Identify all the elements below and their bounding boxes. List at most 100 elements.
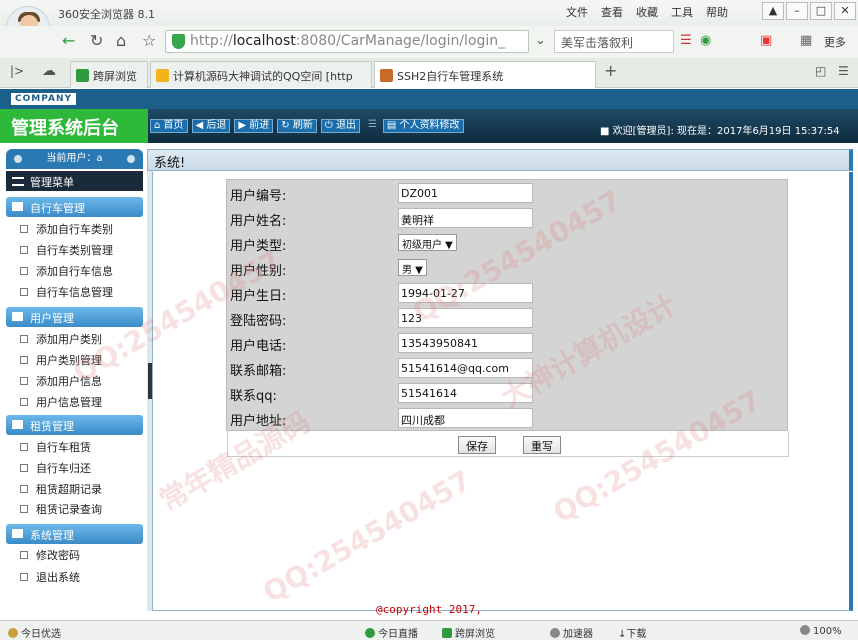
doc-icon xyxy=(20,267,28,275)
doc-icon xyxy=(20,335,28,343)
menu-tools[interactable]: 工具 xyxy=(671,4,693,20)
form-row-birthday: 用户生日: 1994-01-27 xyxy=(227,281,787,306)
user-id-field[interactable]: DZ001 xyxy=(398,183,533,203)
extension-icon[interactable]: ◉ xyxy=(700,33,711,48)
tab-bar: |> ☁ 跨屏浏览 计算机源码大神调试的QQ空间 [http SSH2自行车管理… xyxy=(0,58,858,88)
refresh-button[interactable]: ↻ 刷新 xyxy=(277,119,317,133)
star-icon[interactable]: ☆ xyxy=(142,31,156,50)
address-url: http://localhost:8080/CarManage/login/lo… xyxy=(190,33,506,49)
user-name-field[interactable]: 黄明祥 xyxy=(398,208,533,228)
sidebar-item-add-user-info[interactable]: 添加用户信息 xyxy=(10,370,143,391)
user-type-select[interactable]: 初级用户 ▼ xyxy=(398,234,457,251)
sidebar-item-user-type-mgmt[interactable]: 用户类别管理 xyxy=(10,349,143,370)
group-rental-management[interactable]: 租赁管理 xyxy=(6,415,143,435)
grid-icon[interactable]: ▦ xyxy=(800,33,812,48)
search-input[interactable]: 美军击落叙利 xyxy=(554,30,674,53)
copyright-footer: @copyright 2017, xyxy=(376,603,482,616)
shield-icon xyxy=(172,34,185,49)
browser-nav-bar: ← ↻ ⌂ ☆ http://localhost:8080/CarManage/… xyxy=(0,26,858,58)
form-row-qq: 联系qq: 51541614 xyxy=(227,381,787,406)
ad-block-icon[interactable]: ▣ xyxy=(760,33,772,48)
menu-favorites[interactable]: 收藏 xyxy=(636,4,658,20)
shirt-icon[interactable]: ▲ xyxy=(762,2,784,20)
tab-ssh2-bike[interactable]: SSH2自行车管理系统 xyxy=(374,61,596,88)
sidebar-item-overdue-records[interactable]: 租赁超期记录 xyxy=(10,478,143,499)
home-button[interactable]: ⌂ 首页 xyxy=(150,119,188,133)
sidebar-item-bike-return[interactable]: 自行车归还 xyxy=(10,457,143,478)
browser-status-bar: 今日优选 今日直播 跨屏浏览 加速器 ↓下载 100% xyxy=(0,620,858,640)
minimize-button[interactable]: – xyxy=(786,2,808,20)
qq-field[interactable]: 51541614 xyxy=(398,383,533,403)
home-icon[interactable]: ⌂ xyxy=(116,31,126,50)
address-bar[interactable]: http://localhost:8080/CarManage/login/lo… xyxy=(165,30,529,53)
tab-menu-icon[interactable]: ☰ xyxy=(838,64,849,78)
sidebar-item-rental-query[interactable]: 租赁记录查询 xyxy=(10,498,143,519)
gender-select[interactable]: 男 ▼ xyxy=(398,259,427,276)
sidebar-item-user-info-mgmt[interactable]: 用户信息管理 xyxy=(10,391,143,412)
menu-file[interactable]: 文件 xyxy=(566,4,588,20)
menu-icon xyxy=(12,177,24,186)
password-field[interactable]: 123 xyxy=(398,308,533,328)
profile-edit-button[interactable]: ▤ 个人资料修改 xyxy=(382,119,464,133)
restore-tab-icon[interactable]: ◰ xyxy=(815,64,826,78)
browser-menu: 文件 查看 收藏 工具 帮助 xyxy=(566,4,741,20)
maximize-button[interactable]: □ xyxy=(810,2,832,20)
sidebar-item-add-bike-type[interactable]: 添加自行车类别 xyxy=(10,218,143,239)
speed-icon xyxy=(550,628,560,638)
refresh-icon[interactable]: ↻ xyxy=(90,31,103,50)
status-cross-screen[interactable]: 跨屏浏览 xyxy=(442,625,495,640)
user-form: 用户编号: DZ001 用户姓名: 黄明祥 用户类型: 初级用户 ▼ 用户性别:… xyxy=(226,179,789,457)
more-menu[interactable]: 更多 xyxy=(824,34,846,50)
back-arrow-icon[interactable]: ← xyxy=(62,31,75,50)
form-row-user-gender: 用户性别: 男 ▼ xyxy=(227,256,787,281)
logout-button[interactable]: ⏻ 退出 xyxy=(320,119,360,133)
form-row-user-name: 用户姓名: 黄明祥 xyxy=(227,206,787,231)
form-row-user-type: 用户类型: 初级用户 ▼ xyxy=(227,231,787,256)
status-today-live[interactable]: 今日直播 xyxy=(365,625,418,640)
doc-icon xyxy=(20,356,28,364)
sidebar-item-exit-system[interactable]: 退出系统 xyxy=(10,566,143,587)
save-button[interactable]: 保存 xyxy=(458,436,496,454)
email-field[interactable]: 51541614@qq.com xyxy=(398,358,533,378)
sidebar-item-change-password[interactable]: 修改密码 xyxy=(10,544,143,565)
sidebar-toggle-icon[interactable]: |> xyxy=(10,64,24,78)
folder-icon xyxy=(12,202,23,211)
close-button[interactable]: ✕ xyxy=(834,2,856,20)
group-system-management[interactable]: 系统管理 xyxy=(6,524,143,544)
menu-view[interactable]: 查看 xyxy=(601,4,623,20)
group-user-management[interactable]: 用户管理 xyxy=(6,307,143,327)
tab-cross-screen[interactable]: 跨屏浏览 xyxy=(70,61,148,88)
status-today-picks[interactable]: 今日优选 xyxy=(8,625,61,640)
birthday-field[interactable]: 1994-01-27 xyxy=(398,283,533,303)
menu-help[interactable]: 帮助 xyxy=(706,4,728,20)
status-download[interactable]: ↓下载 xyxy=(618,625,646,640)
back-button[interactable]: ◀ 后退 xyxy=(191,119,231,133)
current-user-bar: 当前用户：a xyxy=(6,149,143,169)
sidebar-item-bike-rental[interactable]: 自行车租赁 xyxy=(10,436,143,457)
phone-field[interactable]: 13543950841 xyxy=(398,333,533,353)
sidebar: 当前用户：a 管理菜单 自行车管理 添加自行车类别 自行车类别管理 添加自行车信… xyxy=(0,149,147,611)
new-tab-button[interactable]: + xyxy=(604,61,617,80)
cloud-icon[interactable]: ☁ xyxy=(42,63,56,79)
chevron-down-icon[interactable]: ⌄ xyxy=(535,33,546,48)
header-top-strip: COMPANY xyxy=(0,89,858,109)
play-icon xyxy=(365,628,375,638)
form-row-email: 联系邮箱: 51541614@qq.com xyxy=(227,356,787,381)
forward-button[interactable]: ▶ 前进 xyxy=(234,119,274,133)
status-zoom[interactable]: 100% xyxy=(800,625,842,637)
group-bike-management[interactable]: 自行车管理 xyxy=(6,197,143,217)
browser-app-name: 360安全浏览器 8.1 xyxy=(58,8,155,21)
tab-qq-space[interactable]: 计算机源码大神调试的QQ空间 [http xyxy=(150,61,372,88)
sidebar-item-add-user-type[interactable]: 添加用户类别 xyxy=(10,328,143,349)
status-accelerator[interactable]: 加速器 xyxy=(550,625,593,640)
sidebar-item-add-bike-info[interactable]: 添加自行车信息 xyxy=(10,260,143,281)
reset-button[interactable]: 重写 xyxy=(523,436,561,454)
doc-icon xyxy=(20,398,28,406)
sidebar-item-bike-info-mgmt[interactable]: 自行车信息管理 xyxy=(10,281,143,302)
list-icon[interactable]: ☰ xyxy=(680,33,692,48)
phone-icon xyxy=(76,69,89,82)
sidebar-item-bike-type-mgmt[interactable]: 自行车类别管理 xyxy=(10,239,143,260)
folder-icon xyxy=(12,420,23,429)
folder-icon xyxy=(12,312,23,321)
address-field[interactable]: 四川成都 xyxy=(398,408,533,428)
